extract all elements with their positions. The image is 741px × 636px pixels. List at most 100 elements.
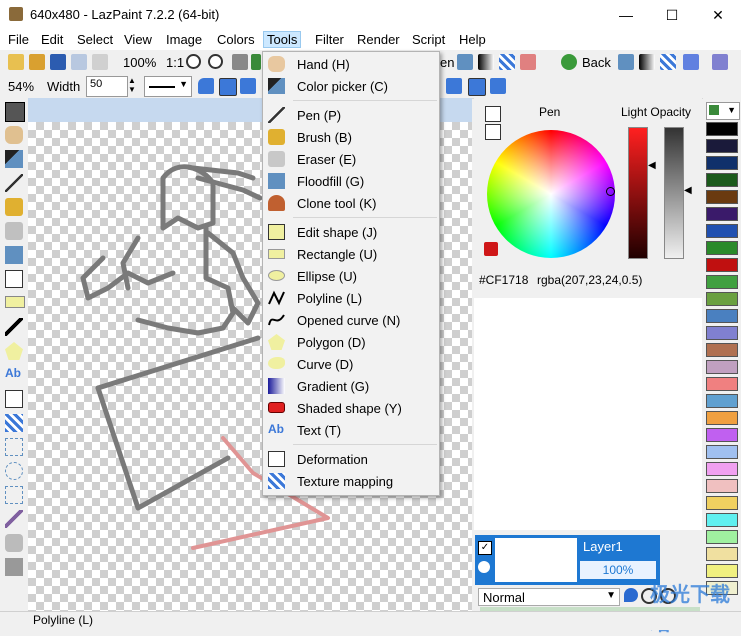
menu-item-texture-mapping[interactable]: Texture mapping (263, 470, 439, 492)
palette-menu-button[interactable]: ▼ (706, 102, 740, 120)
palette-swatch[interactable] (706, 411, 738, 425)
menu-item-polygon[interactable]: Polygon (D) (263, 331, 439, 353)
palette-swatch[interactable] (706, 258, 738, 272)
palette-swatch[interactable] (706, 445, 738, 459)
palette-swatch[interactable] (706, 377, 738, 391)
menu-item-edit-shape[interactable]: Edit shape (J) (263, 221, 439, 243)
pen-color-swatch[interactable] (484, 242, 498, 256)
toolbox-brush-icon[interactable] (5, 198, 23, 216)
join-miter-icon[interactable] (240, 78, 256, 94)
fill-bucket-icon[interactable] (457, 54, 473, 70)
menu-item-polyline[interactable]: Polyline (L) (263, 287, 439, 309)
palette-swatch[interactable] (706, 513, 738, 527)
new-image-icon[interactable] (8, 54, 24, 70)
cap-square-icon[interactable] (468, 78, 486, 96)
save-as-icon[interactable] (71, 54, 87, 70)
menu-item-hand[interactable]: Hand (H) (263, 53, 439, 75)
zoom-percent-label[interactable]: 100% (123, 55, 156, 70)
opacity-slider-handle-icon[interactable]: ◀ (684, 185, 692, 196)
toolbox-hand-icon[interactable] (5, 126, 23, 144)
menu-image[interactable]: Image (166, 32, 202, 47)
palette-swatch[interactable] (706, 564, 738, 578)
toolbox-eraser-icon[interactable] (5, 222, 23, 240)
palette-swatch[interactable] (706, 241, 738, 255)
palette-swatch[interactable] (706, 275, 738, 289)
menu-render[interactable]: Render (357, 32, 400, 47)
palette-swatch[interactable] (706, 326, 738, 340)
palette-swatch[interactable] (706, 343, 738, 357)
palette-swatch[interactable] (706, 547, 738, 561)
menu-item-rectangle[interactable]: Rectangle (U) (263, 243, 439, 265)
palette-swatch[interactable] (706, 479, 738, 493)
maximize-button[interactable]: ☐ (649, 0, 695, 30)
menu-item-color-picker[interactable]: Color picker (C) (263, 75, 439, 97)
palette-swatch[interactable] (706, 292, 738, 306)
menu-help[interactable]: Help (459, 32, 486, 47)
palette-swatch[interactable] (706, 224, 738, 238)
cap-flat-icon[interactable] (490, 78, 506, 94)
menu-file[interactable]: File (8, 32, 29, 47)
menu-item-gradient[interactable]: Gradient (G) (263, 375, 439, 397)
menu-filter[interactable]: Filter (315, 32, 344, 47)
pattern-icon[interactable] (520, 54, 536, 70)
toolbox-select-ellipse-icon[interactable] (5, 462, 23, 480)
menu-item-floodfill[interactable]: Floodfill (G) (263, 170, 439, 192)
toolbox-edit-shape-icon[interactable] (5, 270, 23, 288)
zoom-in-icon[interactable] (186, 54, 201, 69)
color-wheel[interactable] (487, 130, 615, 258)
join-bevel-icon[interactable] (219, 78, 237, 96)
palette-swatch[interactable] (706, 190, 738, 204)
minimize-button[interactable]: — (603, 0, 649, 30)
menu-tools[interactable]: Tools (263, 31, 302, 48)
palette-swatch[interactable] (706, 394, 738, 408)
toolbox-rectangle-icon[interactable] (5, 296, 25, 308)
fill-bucket-2-icon[interactable] (618, 54, 634, 70)
toolbox-selection-pen-icon[interactable] (5, 534, 23, 552)
toolbox-magic-wand-icon[interactable] (5, 510, 23, 528)
layer-visible-checkbox[interactable]: ✓ (478, 541, 492, 555)
toolbox-texture-mapping-icon[interactable] (5, 414, 23, 432)
palette-swatch[interactable] (706, 496, 738, 510)
layer-blend-icon[interactable] (478, 561, 490, 573)
pattern-2-icon[interactable] (683, 54, 699, 70)
toolbox-floodfill-icon[interactable] (5, 246, 23, 264)
layer-stack-icon[interactable] (251, 54, 261, 70)
menu-item-eraser[interactable]: Eraser (E) (263, 148, 439, 170)
toolbox-deformation-icon[interactable] (5, 390, 23, 408)
swap-colors-icon[interactable] (485, 106, 501, 122)
palette-swatch[interactable] (706, 122, 738, 136)
menu-item-ellipse[interactable]: Ellipse (U) (263, 265, 439, 287)
texture-icon[interactable] (499, 54, 515, 70)
pattern-3-icon[interactable] (712, 54, 728, 70)
toolbox-pen-icon[interactable] (5, 174, 23, 192)
save-icon[interactable] (50, 54, 66, 70)
back-arrow-icon[interactable] (561, 54, 577, 70)
menu-item-curve[interactable]: Curve (D) (263, 353, 439, 375)
reset-colors-icon[interactable] (485, 124, 501, 140)
menu-item-text[interactable]: Ab Text (T) (263, 419, 439, 441)
palette-swatch[interactable] (706, 207, 738, 221)
zoom-fit-icon[interactable] (232, 54, 248, 70)
palette-swatch[interactable] (706, 360, 738, 374)
palette-swatch[interactable] (706, 139, 738, 153)
menu-item-shaded-shape[interactable]: Shaded shape (Y) (263, 397, 439, 419)
menu-edit[interactable]: Edit (41, 32, 63, 47)
menu-select[interactable]: Select (77, 32, 113, 47)
palette-swatch[interactable] (706, 428, 738, 442)
menu-item-brush[interactable]: Brush (B) (263, 126, 439, 148)
opacity-slider[interactable] (664, 127, 684, 259)
menu-colors[interactable]: Colors (217, 32, 255, 47)
zoom-out-icon[interactable] (208, 54, 223, 69)
open-folder-icon[interactable] (29, 54, 45, 70)
texture-2-icon[interactable] (660, 54, 676, 70)
gradient-fill-icon[interactable] (478, 54, 494, 70)
width-input[interactable]: 50 (86, 76, 128, 97)
palette-swatch[interactable] (706, 530, 738, 544)
gradient-fill-2-icon[interactable] (639, 54, 655, 70)
zoom-ratio-label[interactable]: 1:1 (166, 55, 184, 70)
zoom-level[interactable]: 54% (8, 79, 34, 94)
blend-mode-dropdown[interactable]: Normal ▼ (478, 588, 620, 606)
menu-item-pen[interactable]: Pen (P) (263, 104, 439, 126)
toolbox-grid-icon[interactable] (5, 102, 25, 122)
toolbox-color-picker-icon[interactable] (5, 150, 23, 168)
